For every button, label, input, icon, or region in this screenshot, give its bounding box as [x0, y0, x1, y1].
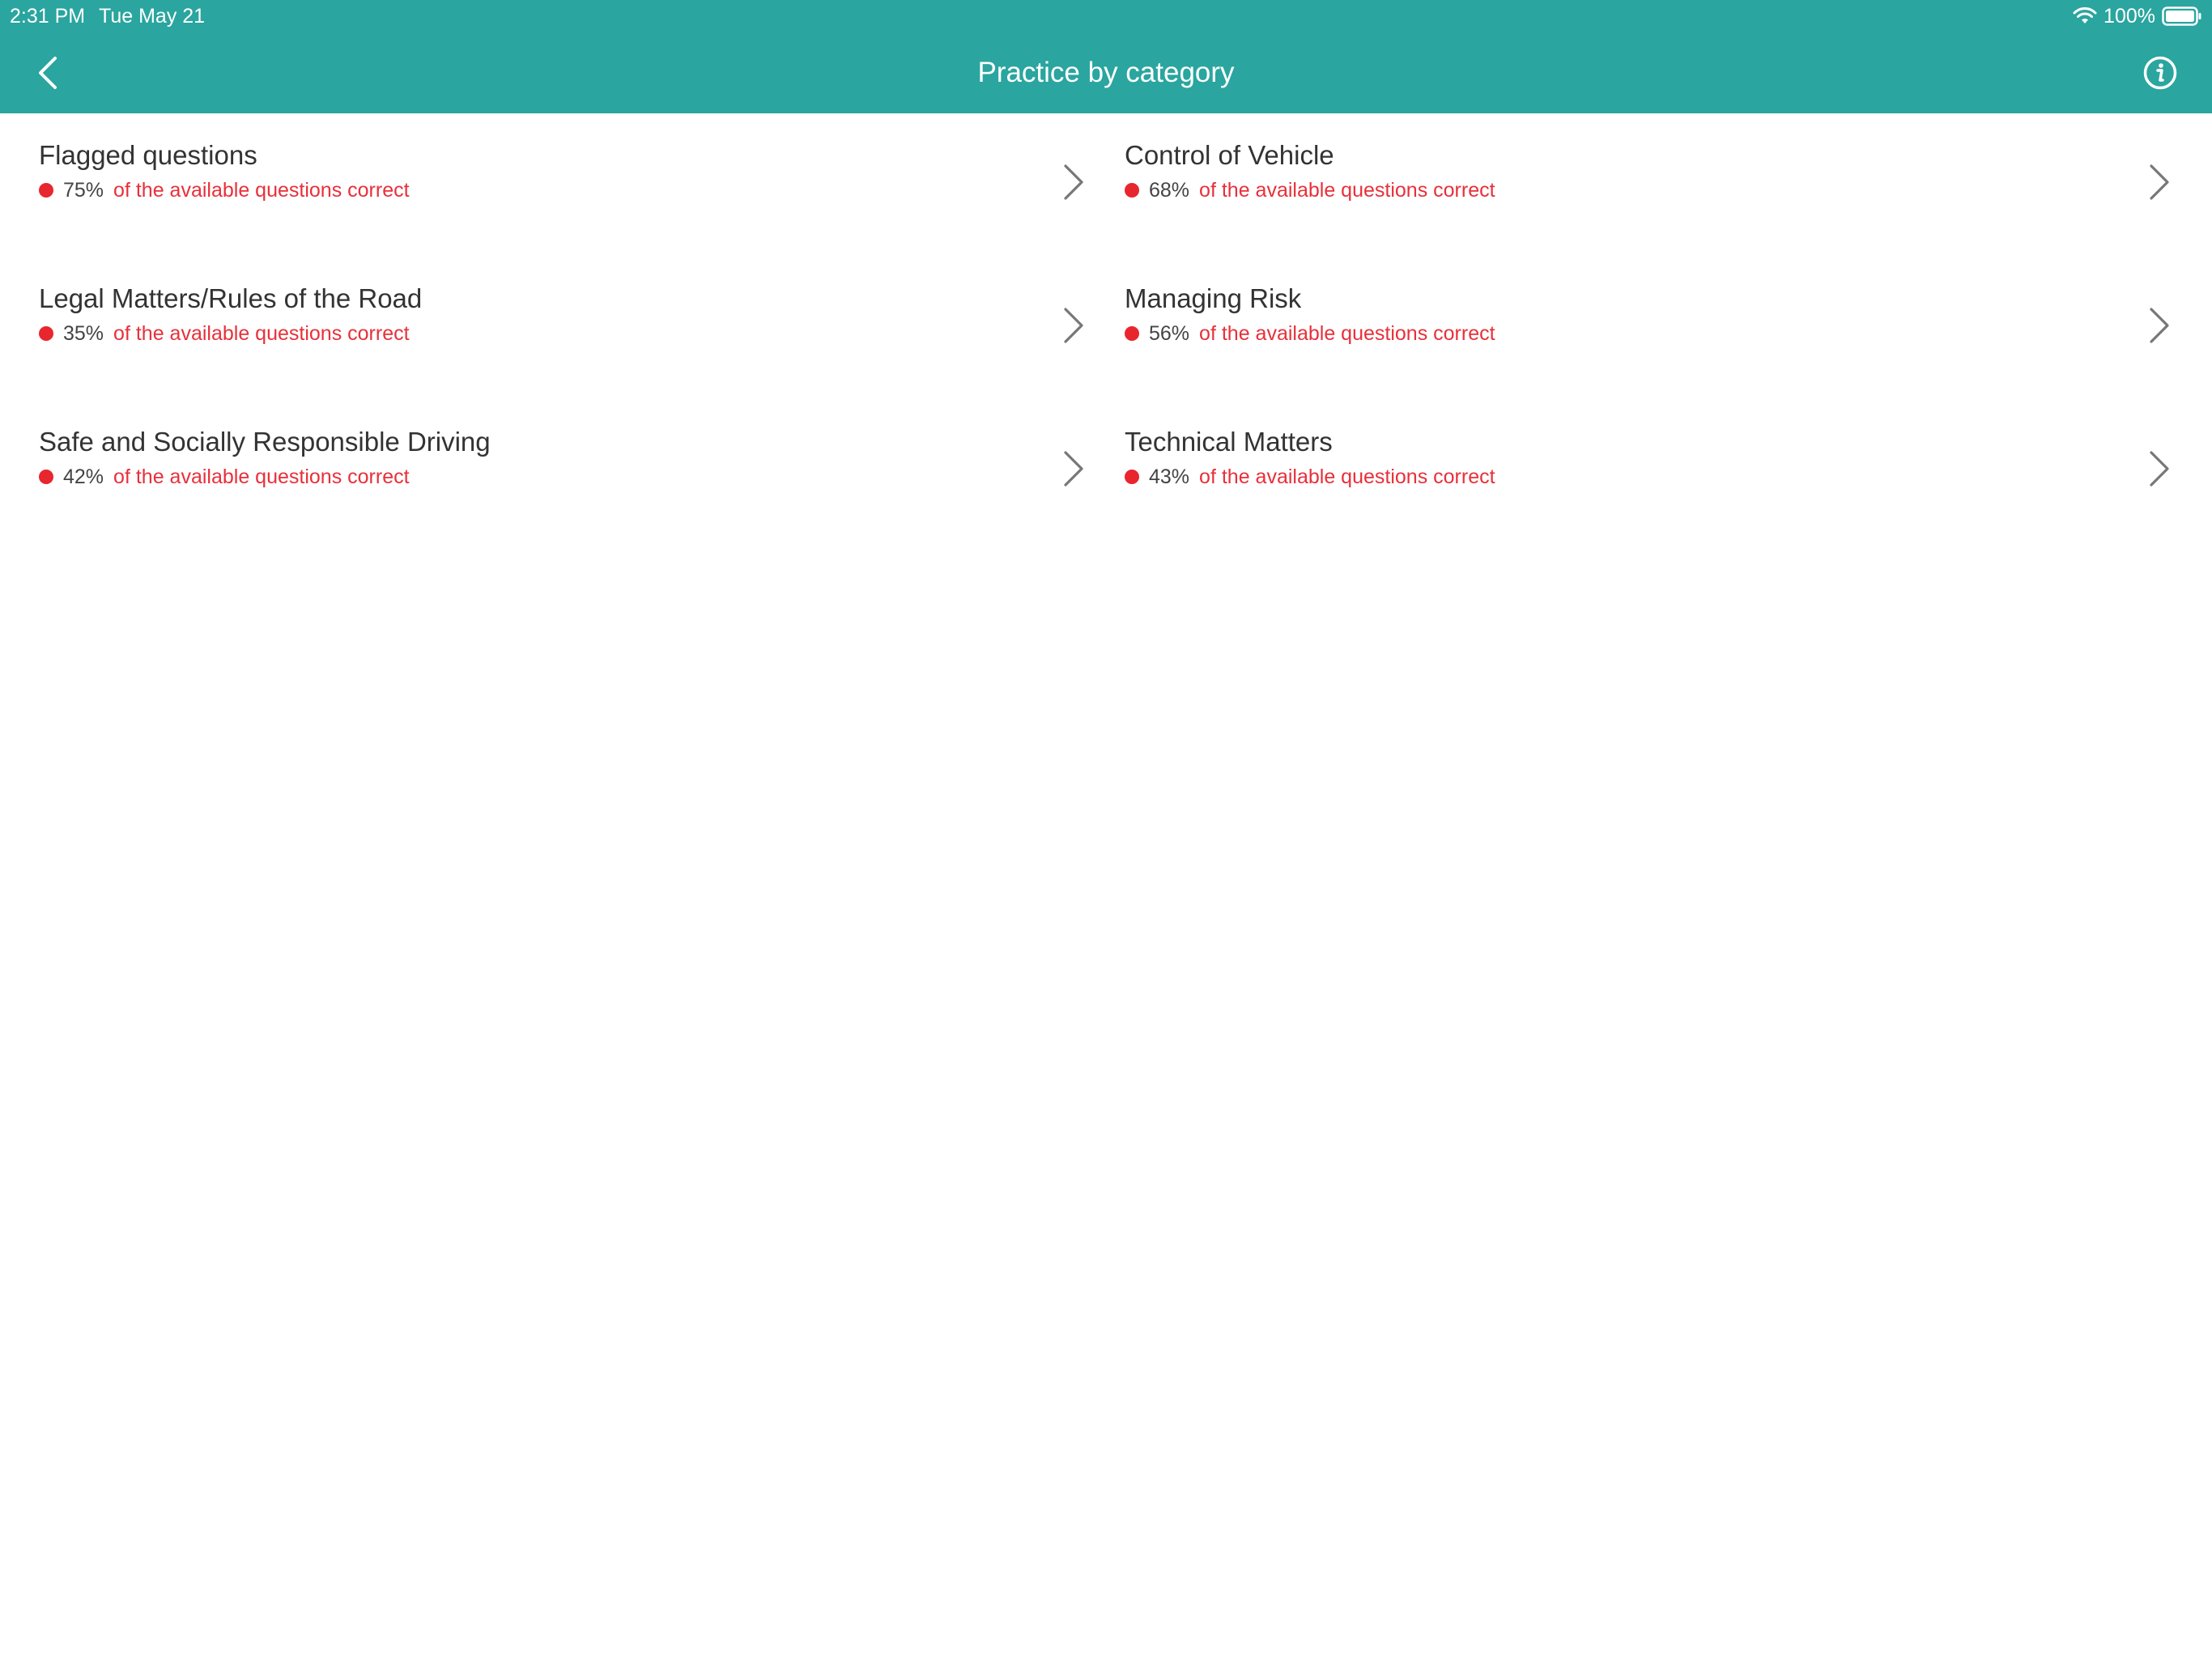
- category-row[interactable]: Safe and Socially Responsible Driving 42…: [0, 400, 1086, 543]
- nav-header: 2:31 PM Tue May 21 100% Practice by cate…: [0, 0, 2212, 113]
- score-label: of the available questions correct: [113, 465, 410, 488]
- category-title: Managing Risk: [1125, 283, 1302, 313]
- score-percent: 56%: [1149, 321, 1190, 345]
- category-score: 35% of the available questions correct: [39, 320, 410, 347]
- category-title: Safe and Socially Responsible Driving: [39, 427, 491, 457]
- chevron-right-icon: [1064, 164, 1083, 200]
- category-score: 43% of the available questions correct: [1125, 463, 1495, 491]
- info-button[interactable]: [2142, 55, 2178, 91]
- score-percent: 35%: [63, 321, 104, 345]
- score-label: of the available questions correct: [113, 178, 410, 202]
- info-icon: [2143, 56, 2177, 90]
- category-score: 42% of the available questions correct: [39, 463, 410, 491]
- score-percent: 43%: [1149, 465, 1190, 488]
- status-right: 100%: [2073, 3, 2202, 29]
- category-row[interactable]: Control of Vehicle 68% of the available …: [1086, 113, 2172, 257]
- status-dot: [39, 326, 53, 341]
- status-time: 2:31 PM: [10, 5, 86, 28]
- chevron-right-icon: [2150, 308, 2169, 343]
- status-dot: [1125, 470, 1139, 484]
- category-title: Control of Vehicle: [1125, 140, 1334, 170]
- category-grid: Flagged questions 75% of the available q…: [0, 113, 2212, 543]
- category-title: Flagged questions: [39, 140, 257, 170]
- category-title: Technical Matters: [1125, 427, 1333, 457]
- chevron-right-icon: [1064, 451, 1083, 487]
- score-percent: 75%: [63, 178, 104, 202]
- score-label: of the available questions correct: [1199, 465, 1495, 488]
- chevron-right-icon: [1064, 308, 1083, 343]
- score-label: of the available questions correct: [1199, 178, 1495, 202]
- status-dot: [39, 470, 53, 484]
- status-dot: [1125, 183, 1139, 198]
- chevron-right-icon: [2150, 164, 2169, 200]
- category-row[interactable]: Legal Matters/Rules of the Road 35% of t…: [0, 257, 1086, 400]
- status-date: Tue May 21: [99, 5, 206, 28]
- category-score: 75% of the available questions correct: [39, 176, 410, 204]
- score-label: of the available questions correct: [1199, 321, 1495, 345]
- chevron-right-icon: [2150, 451, 2169, 487]
- wifi-icon: [2073, 7, 2097, 25]
- page-title: Practice by category: [977, 57, 1235, 88]
- category-title: Legal Matters/Rules of the Road: [39, 283, 423, 313]
- category-row[interactable]: Flagged questions 75% of the available q…: [0, 113, 1086, 257]
- status-dot: [39, 183, 53, 198]
- status-dot: [1125, 326, 1139, 341]
- battery-icon: [2162, 6, 2202, 26]
- score-label: of the available questions correct: [113, 321, 410, 345]
- score-percent: 68%: [1149, 178, 1190, 202]
- category-score: 56% of the available questions correct: [1125, 320, 1495, 347]
- category-score: 68% of the available questions correct: [1125, 176, 1495, 204]
- battery-percent: 100%: [2104, 4, 2155, 28]
- score-percent: 42%: [63, 465, 104, 488]
- category-row[interactable]: Technical Matters 43% of the available q…: [1086, 400, 2172, 543]
- category-row[interactable]: Managing Risk 56% of the available quest…: [1086, 257, 2172, 400]
